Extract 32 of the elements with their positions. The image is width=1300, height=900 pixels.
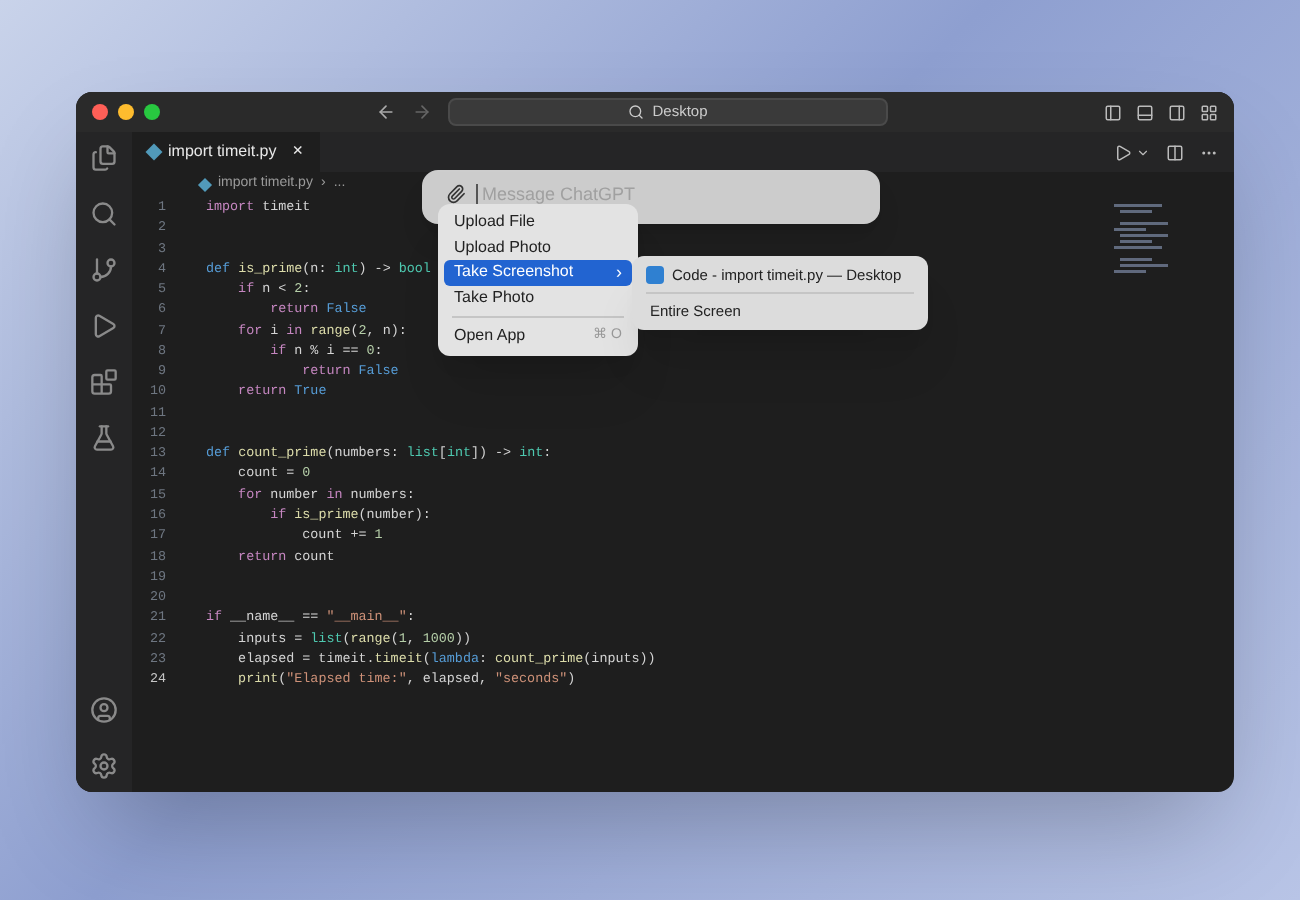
zoom-window-button[interactable]: [144, 104, 160, 120]
panel-left-icon[interactable]: [1104, 103, 1122, 121]
paperclip-icon[interactable]: [446, 184, 466, 204]
chevron-down-icon[interactable]: [1136, 145, 1150, 159]
close-tab-button[interactable]: ×: [292, 138, 303, 166]
menu-item[interactable]: Take Photo: [444, 285, 632, 310]
search-icon[interactable]: [90, 200, 118, 228]
account-icon[interactable]: [90, 696, 118, 724]
app-icon: [646, 266, 664, 284]
close-window-button[interactable]: [92, 104, 108, 120]
menu-item[interactable]: Upload Photo: [444, 235, 632, 260]
run-debug-icon[interactable]: [90, 312, 118, 340]
search-icon: [628, 104, 645, 120]
panel-bottom-icon[interactable]: [1136, 103, 1154, 121]
menu-item[interactable]: Take Screenshot ›: [444, 260, 632, 285]
back-icon[interactable]: [376, 102, 396, 122]
settings-icon[interactable]: [90, 752, 118, 780]
layout-icon[interactable]: [1200, 103, 1218, 121]
editor-tab[interactable]: import timeit.py ×: [132, 132, 319, 172]
python-file-icon: [197, 176, 213, 192]
panel-right-icon[interactable]: [1168, 103, 1186, 121]
extensions-icon[interactable]: [90, 368, 118, 396]
forward-icon[interactable]: [412, 102, 432, 122]
python-file-icon: [145, 143, 163, 161]
split-editor-icon[interactable]: [1166, 143, 1184, 161]
files-icon[interactable]: [90, 144, 118, 172]
minimize-window-button[interactable]: [118, 104, 134, 120]
run-icon[interactable]: [1114, 143, 1132, 161]
minimap-drawing: [1114, 204, 1174, 276]
chevron-icon: ›: [616, 259, 622, 286]
flask-icon[interactable]: [90, 424, 118, 452]
branch-icon[interactable]: [90, 256, 118, 284]
